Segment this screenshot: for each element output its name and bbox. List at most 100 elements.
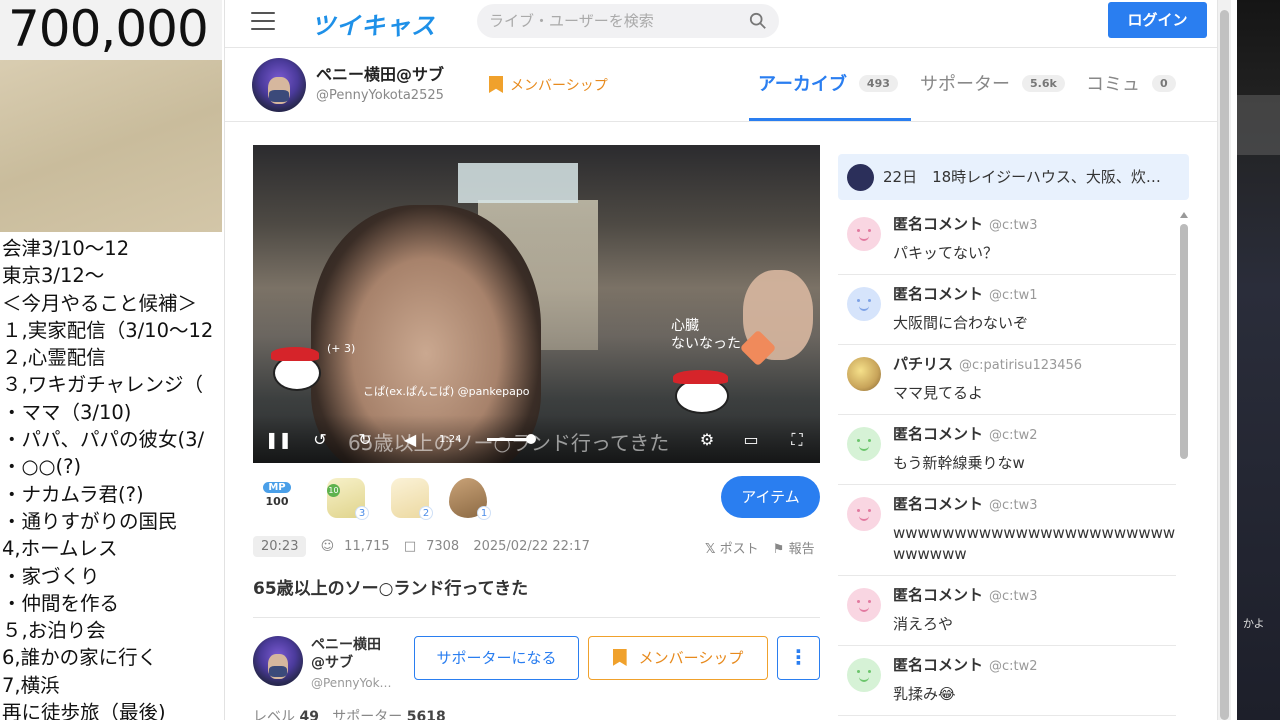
chat-scroll-thumb[interactable] [1180, 224, 1188, 459]
search-input[interactable] [489, 4, 739, 38]
broadcaster-id: @PennyYok… [311, 676, 392, 690]
mp-label: MP [263, 482, 291, 493]
channel-avatar[interactable] [252, 58, 306, 112]
commenter-name[interactable]: パチリス @c:patirisu123456 [893, 353, 1176, 374]
login-button[interactable]: ログイン [1108, 2, 1207, 38]
right-edge-text: かよ [1243, 617, 1265, 630]
fullscreen-icon[interactable]: ⛶ [786, 430, 808, 450]
commenter-avatar[interactable] [847, 217, 881, 251]
memo-line: 会津3/10～12 [2, 237, 130, 260]
item-button[interactable]: アイテム [721, 476, 820, 518]
menu-icon[interactable] [251, 12, 275, 32]
memo-line: ・ママ（3/10) [2, 400, 132, 424]
tab-community-label: コミュ [1086, 74, 1140, 95]
hand-text-line: 心臓 [671, 318, 699, 334]
pinned-message[interactable]: 22日 18時レイジーハウス、大阪、炊… [838, 154, 1189, 200]
commenter-display-name: 匿名コメント [893, 586, 984, 604]
mp-badge[interactable]: MP 100 [263, 482, 291, 514]
memo-line: 再に徒歩旅（最後) [2, 701, 166, 720]
channel-name[interactable]: ペニー横田@サブ [316, 61, 444, 85]
stream-title: 65歳以上のソー○ランド行ってきた [253, 579, 529, 599]
overlay-camera-feed [0, 60, 222, 232]
commenter-id: @c:tw3 [989, 218, 1038, 233]
twitcasting-page: ツイキャス ログイン ペニー横田@サブ @PennyYokota2525 メンバ… [224, 0, 1218, 720]
comment-item[interactable]: 匿名コメント @c:tw2 乳揉み😂 [838, 646, 1176, 716]
seek-bar[interactable] [487, 434, 536, 444]
commenter-name[interactable]: 匿名コメント @c:tw3 [893, 213, 1176, 234]
membership-link[interactable]: メンバーシップ [489, 75, 608, 95]
memo-line: 4,ホームレス [2, 537, 118, 561]
comment-list[interactable]: 匿名コメント @c:tw3 パキッてない？ 匿名コメント @c:tw1 大阪間に合わないぞ… [838, 205, 1176, 720]
settings-icon[interactable]: ⚙ [696, 430, 718, 450]
channel-header: ペニー横田@サブ @PennyYokota2525 メンバーシップ アーカイブ 4… [225, 48, 1218, 122]
site-logo[interactable]: ツイキャス [311, 6, 436, 41]
sticker-user: こぱ(ex.ぱんこぱ) @pankepapo [363, 385, 530, 398]
tab-community[interactable]: コミュ 0 [1086, 70, 1176, 96]
tea-gift-icon[interactable]: 10 3 [327, 478, 369, 520]
gift-tag: 10 [327, 484, 340, 497]
broadcaster-name[interactable]: ペニー横田 @サブ [311, 636, 381, 672]
commenter-name[interactable]: 匿名コメント @c:tw3 [893, 493, 1176, 514]
tab-supporters[interactable]: サポーター 5.6k [920, 70, 1065, 96]
seek-knob[interactable] [526, 434, 536, 444]
comment-text: 大阪間に合わないぞ [893, 314, 1029, 332]
channel-id: @PennyYokota2525 [316, 88, 444, 103]
more-options-button[interactable]: ⋮ [777, 636, 820, 680]
forward-icon[interactable]: ↻ [354, 430, 376, 450]
gift-count: 1 [477, 506, 491, 520]
commenter-avatar[interactable] [847, 357, 881, 391]
commenter-display-name: 匿名コメント [893, 285, 984, 303]
supporter-label: サポーター [332, 709, 403, 720]
pause-icon[interactable]: ❚❚ [265, 430, 292, 450]
commenter-avatar[interactable] [847, 427, 881, 461]
broadcaster-avatar[interactable] [253, 636, 303, 686]
comment-item[interactable]: 匿名コメント @c:tw3 wwwwwwwwwwwwwwwwwwwwwwwwwwww… [838, 485, 1176, 576]
report-link[interactable]: 報告 [789, 542, 815, 557]
search-box[interactable] [477, 4, 779, 38]
comment-count: 7308 [426, 539, 460, 554]
commenter-id: @c:tw3 [989, 498, 1038, 513]
comment-text: 乳揉み😂 [893, 685, 956, 703]
page-scroll-thumb[interactable] [1220, 10, 1229, 720]
commenter-id: @c:patirisu123456 [959, 358, 1083, 373]
comment-item[interactable]: 匿名コメント @c:tw1 大阪間に合わないぞ [838, 275, 1176, 345]
commenter-name[interactable]: 匿名コメント @c:tw2 [893, 423, 1176, 444]
duration-badge: 20:23 [253, 536, 307, 557]
tab-archive[interactable]: アーカイブ 493 [758, 70, 898, 96]
page-scrollbar[interactable] [1217, 0, 1231, 720]
seed-gift-icon[interactable]: 1 [449, 478, 491, 520]
x-icon[interactable]: 𝕏 [705, 542, 715, 557]
video-player[interactable]: (+ 3) こぱ(ex.ぱんこぱ) @pankepapo 心臓 ないなった 65歳… [253, 145, 820, 463]
comment-item[interactable]: 匿名コメント @c:tw3 パキッてない？ [838, 205, 1176, 275]
commenter-avatar[interactable] [847, 588, 881, 622]
commenter-name[interactable]: 匿名コメント @c:tw1 [893, 283, 1176, 304]
commenter-name[interactable]: 匿名コメント @c:tw2 [893, 654, 1176, 675]
memo-line: ＜今月やること候補＞ [2, 291, 198, 315]
tab-community-count: 0 [1152, 75, 1176, 92]
search-icon[interactable] [749, 12, 767, 30]
mp-value: 100 [265, 495, 289, 508]
commenter-id: @c:tw2 [989, 428, 1038, 443]
drink-gift-icon[interactable]: 2 [391, 478, 433, 520]
membership-button[interactable]: メンバーシップ [588, 636, 768, 680]
comment-item[interactable]: パチリス @c:patirisu123456 ママ見てるよ [838, 345, 1176, 415]
tab-archive-count: 493 [858, 75, 898, 92]
theater-mode-icon[interactable]: ▭ [740, 430, 762, 450]
volume-icon[interactable]: ◀ [399, 430, 421, 450]
commenter-name[interactable]: 匿名コメント @c:tw3 [893, 584, 1176, 605]
flag-icon[interactable]: ⚑ [773, 542, 785, 557]
commenter-avatar[interactable] [847, 658, 881, 692]
chat-scrollbar[interactable] [1180, 212, 1188, 720]
commenter-avatar[interactable] [847, 497, 881, 531]
memo-line: ５,お泊り会 [2, 619, 106, 643]
rewind-icon[interactable]: ↺ [309, 430, 331, 450]
comment-item[interactable]: 匿名コメント @c:tw3 消えろや [838, 576, 1176, 646]
comment-item[interactable]: 匿名コメント @c:tw2 もう新幹線乗りなw [838, 415, 1176, 485]
scroll-up-icon[interactable] [1180, 212, 1188, 218]
memo-line: ・家づくり [2, 564, 100, 588]
post-link[interactable]: ポスト [720, 542, 759, 557]
top-navigation: ツイキャス ログイン [225, 0, 1218, 48]
become-supporter-button[interactable]: サポーターになる [414, 636, 579, 680]
commenter-avatar[interactable] [847, 287, 881, 321]
memo-line: 東京3/12～ [2, 264, 105, 288]
